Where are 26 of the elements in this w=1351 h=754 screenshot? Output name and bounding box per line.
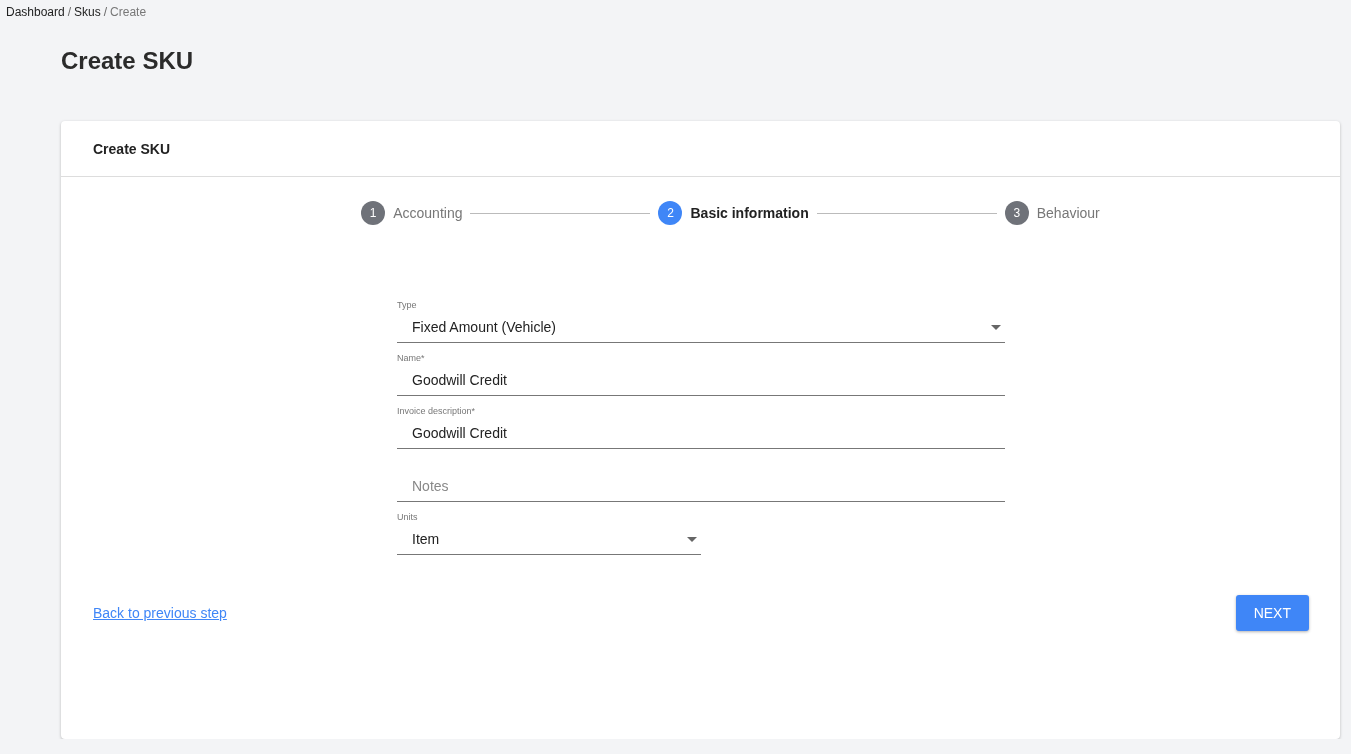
caret-icon (991, 324, 1001, 330)
caret-icon (687, 536, 697, 542)
select-field[interactable]: Item (397, 524, 701, 555)
field-label: Name* (397, 353, 426, 365)
input-field[interactable]: Notes (397, 471, 1005, 502)
breadcrumb-separator: / (67, 5, 72, 19)
breadcrumb-link[interactable]: Skus (74, 5, 101, 19)
step-number[interactable]: 3 (1004, 201, 1029, 225)
field-label: Invoice description* (397, 406, 477, 418)
step-label[interactable]: Behaviour (1036, 205, 1100, 221)
step-label[interactable]: Basic information (690, 205, 809, 221)
breadcrumb-link[interactable]: Dashboard (6, 5, 65, 19)
back-link[interactable]: Back to previous step (93, 605, 227, 621)
input-field[interactable]: Goodwill Credit (397, 365, 1005, 396)
field-label: Type (397, 300, 418, 312)
page-title: Create SKU (61, 47, 195, 75)
step-number[interactable]: 1 (361, 201, 386, 225)
input-field[interactable]: Goodwill Credit (397, 418, 1005, 449)
step-number[interactable]: 2 (658, 201, 683, 225)
card-title: Create SKU (93, 141, 171, 157)
step-label[interactable]: Accounting (393, 205, 463, 221)
breadcrumb-separator: / (103, 5, 108, 19)
next-button[interactable]: NEXT (1235, 595, 1309, 631)
select-field[interactable]: Fixed Amount (Vehicle) (397, 312, 1005, 343)
breadcrumb-current: Create (110, 5, 147, 19)
field-label: Units (397, 512, 419, 524)
